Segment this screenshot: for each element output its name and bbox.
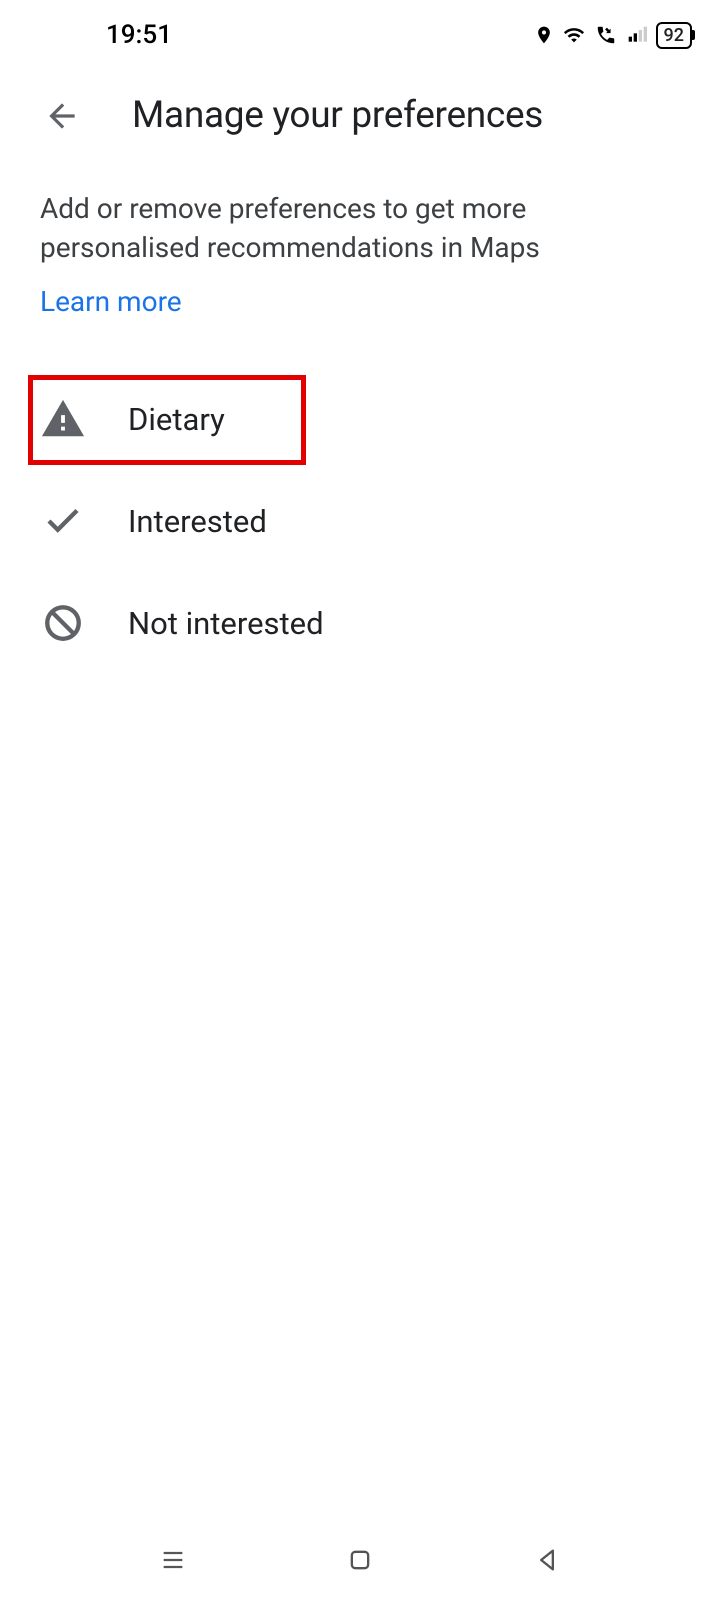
preference-label: Interested	[128, 503, 267, 540]
description-text: Add or remove preferences to get more pe…	[40, 189, 680, 267]
warning-icon	[40, 396, 86, 442]
app-header: Manage your preferences	[0, 66, 720, 147]
block-icon	[40, 600, 86, 646]
preference-label: Dietary	[128, 401, 225, 438]
page-title: Manage your preferences	[132, 94, 543, 137]
navigation-bar	[0, 1520, 720, 1600]
back-button[interactable]	[42, 96, 82, 136]
status-time: 19:51	[106, 20, 172, 50]
description-block: Add or remove preferences to get more pe…	[0, 147, 720, 326]
wifi-icon	[561, 24, 587, 46]
nav-back-button[interactable]	[525, 1538, 569, 1582]
arrow-left-icon	[43, 97, 81, 135]
check-icon	[40, 498, 86, 544]
preference-item-dietary[interactable]: Dietary	[0, 368, 720, 470]
triangle-back-icon	[533, 1546, 561, 1574]
battery-level: 92	[664, 25, 684, 46]
status-icons: 92	[534, 22, 692, 49]
nav-home-button[interactable]	[338, 1538, 382, 1582]
square-icon	[346, 1546, 374, 1574]
status-bar: 19:51 92	[0, 0, 720, 66]
preference-label: Not interested	[128, 605, 324, 642]
preference-item-not-interested[interactable]: Not interested	[0, 572, 720, 674]
menu-icon	[158, 1546, 188, 1574]
location-icon	[534, 23, 554, 47]
preference-item-interested[interactable]: Interested	[0, 470, 720, 572]
nav-recent-button[interactable]	[151, 1538, 195, 1582]
phone-call-icon	[594, 24, 618, 46]
battery-indicator: 92	[656, 22, 692, 49]
preference-list: Dietary Interested Not interested	[0, 368, 720, 674]
signal-icon	[625, 25, 649, 45]
learn-more-link[interactable]: Learn more	[40, 285, 680, 318]
